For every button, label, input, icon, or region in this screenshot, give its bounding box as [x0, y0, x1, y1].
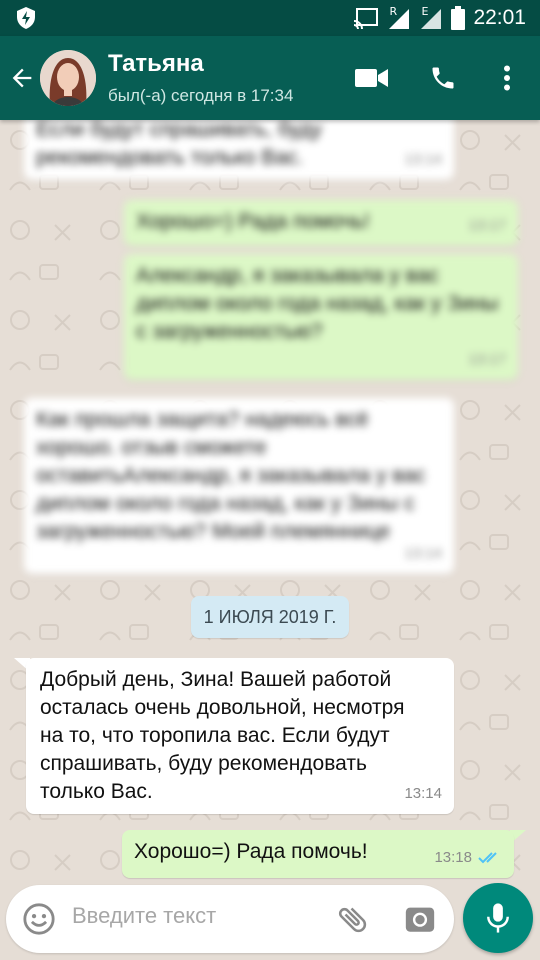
- message-time: 13:14: [404, 785, 442, 802]
- clock: 22:01: [473, 6, 526, 29]
- roaming-label: R: [389, 5, 398, 18]
- more-options-button[interactable]: [489, 60, 525, 96]
- chat-area[interactable]: Если будут спрашивать, буду рекомендоват…: [0, 120, 540, 880]
- date-separator: 1 ИЮЛЯ 2019 Г.: [191, 596, 349, 638]
- message-bubble: Хорошо=) Рада помочь! 13:17: [124, 200, 518, 246]
- phone-icon: [432, 67, 454, 89]
- message-bubble: Александр, я заказывала у вас диплом око…: [124, 254, 518, 380]
- message-text: Александр, я заказывала у вас диплом око…: [136, 264, 499, 343]
- chat-header: Татьяна был(-а) сегодня в 17:34: [0, 36, 540, 120]
- voice-record-button[interactable]: [463, 883, 533, 953]
- message-time: 13:14: [404, 545, 442, 562]
- shield-icon: [17, 7, 35, 29]
- message-text: Если будут спрашивать, буду рекомендоват…: [36, 120, 322, 169]
- attach-icon[interactable]: [336, 902, 370, 936]
- message-time: 13:17: [468, 217, 506, 234]
- message-time: 13:18: [434, 849, 472, 866]
- network-label: E: [421, 5, 429, 18]
- video-call-button[interactable]: [354, 60, 390, 96]
- message-text: Хорошо=) Рада помочь!: [136, 210, 370, 233]
- signal-e-icon: E: [419, 5, 443, 29]
- message-time: 13:14: [404, 151, 442, 168]
- back-arrow-icon[interactable]: [8, 64, 36, 92]
- video-call-icon: [355, 69, 388, 87]
- status-bar: R E 22:01: [0, 0, 540, 36]
- camera-icon[interactable]: [403, 902, 437, 936]
- message-text: Как прошла защита? надеюсь всё хорошо. о…: [36, 408, 426, 543]
- message-time: 13:17: [468, 351, 506, 368]
- avatar[interactable]: [40, 50, 96, 106]
- message-input[interactable]: Введите текст: [72, 903, 216, 929]
- message-text: Добрый день, Зина! Вашей работой осталас…: [40, 668, 405, 803]
- signal-r-icon: R: [387, 5, 411, 29]
- more-vert-icon: [504, 65, 510, 91]
- read-ticks-icon: [478, 852, 497, 864]
- message-composer: Введите текст: [6, 885, 454, 953]
- message-bubble: Как прошла защита? надеюсь всё хорошо. о…: [24, 398, 454, 574]
- outgoing-message[interactable]: Хорошо=) Рада помочь! 13:18: [122, 830, 514, 878]
- voice-call-button[interactable]: [425, 60, 461, 96]
- battery-icon: [451, 6, 466, 30]
- mic-icon: [487, 903, 509, 933]
- message-bubble: Если будут спрашивать, буду рекомендоват…: [24, 120, 454, 180]
- last-seen-status: был(-а) сегодня в 17:34: [108, 86, 294, 105]
- emoji-icon[interactable]: [22, 902, 56, 936]
- cast-icon: [354, 8, 379, 29]
- incoming-message[interactable]: Добрый день, Зина! Вашей работой осталас…: [26, 658, 454, 814]
- contact-name[interactable]: Татьяна: [108, 50, 204, 78]
